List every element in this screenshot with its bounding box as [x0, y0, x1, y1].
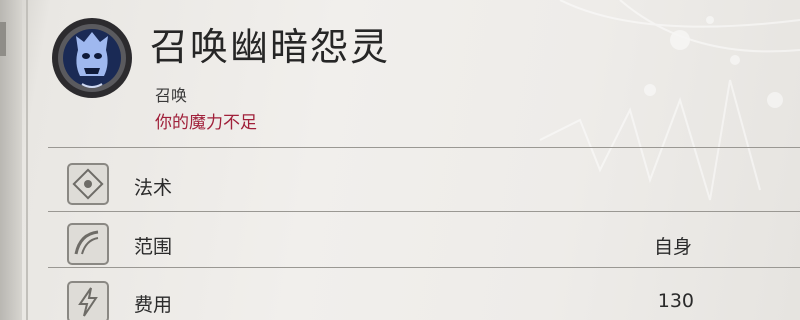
row-label-range: 范围 — [134, 236, 173, 258]
row-label-cost: 费用 — [134, 294, 173, 316]
header-divider — [48, 147, 800, 148]
row-divider — [48, 211, 800, 212]
spell-school: 召唤 — [155, 86, 188, 105]
row-value-range: 自身 — [653, 236, 692, 258]
insufficient-magicka-warning: 你的魔力不足 — [155, 113, 257, 133]
cost-bolt-icon — [67, 281, 109, 320]
wraith-mask-icon — [52, 18, 132, 98]
spell-rune-icon — [67, 163, 109, 205]
row-value-cost: 130 — [657, 290, 694, 312]
area-arc-icon — [67, 223, 109, 265]
frost-background-art — [539, 0, 800, 201]
side-panel-tab — [0, 22, 6, 56]
panel-border — [26, 0, 28, 320]
side-panel-edge — [0, 0, 22, 320]
row-label-spell: 法术 — [134, 177, 173, 199]
spell-title: 召唤幽暗怨灵 — [150, 25, 391, 69]
row-divider — [48, 267, 800, 268]
